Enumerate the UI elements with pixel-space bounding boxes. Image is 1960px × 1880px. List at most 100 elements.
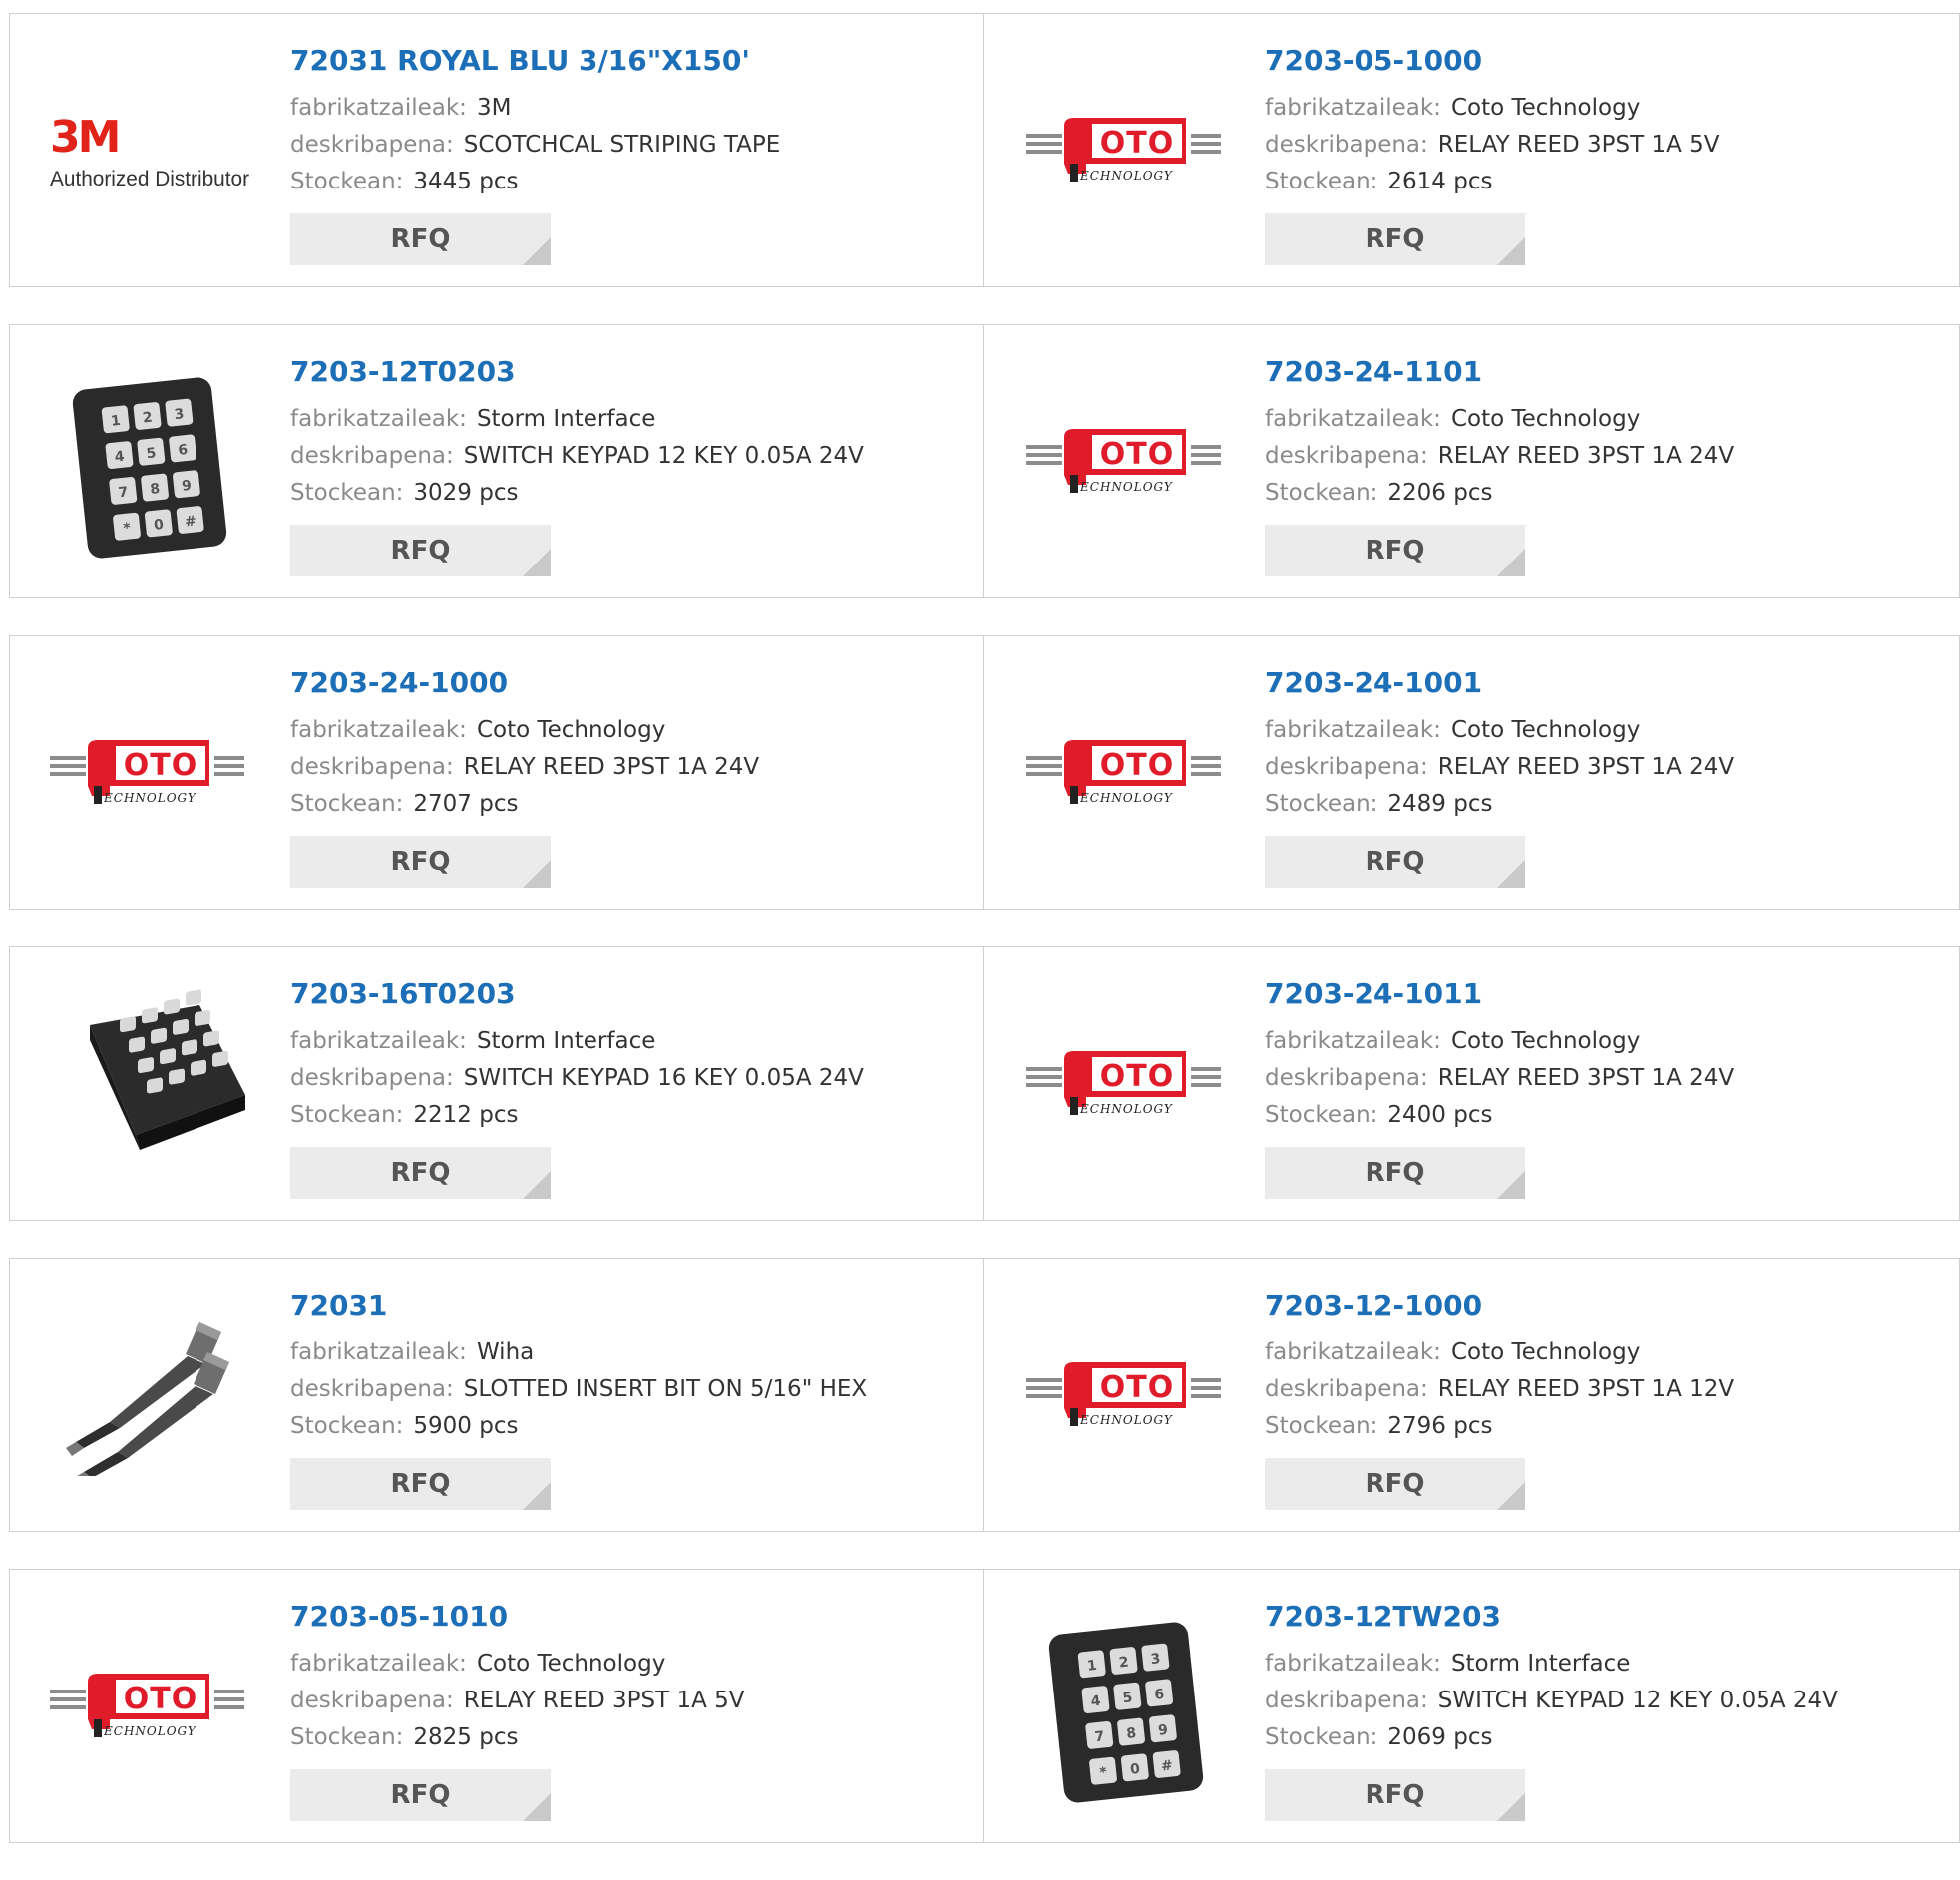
stock-label: Stockean: <box>290 169 404 194</box>
manufacturer-row: fabrikatzaileak: Storm Interface <box>1265 1646 1943 1683</box>
svg-text:OTO: OTO <box>1100 748 1174 783</box>
manufacturer-label: fabrikatzaileak: <box>290 1028 467 1054</box>
stock-label: Stockean: <box>290 791 404 817</box>
stock-row: Stockean: 2069 pcs <box>1265 1719 1943 1756</box>
stock-row: Stockean: 3029 pcs <box>290 475 969 512</box>
product-info: 7203-16T0203 fabrikatzaileak: Storm Inter… <box>290 977 969 1199</box>
product-image[interactable]: 3M Authorized Distributor <box>50 62 251 241</box>
manufacturer-value: Coto Technology <box>1450 95 1641 121</box>
stock-label: Stockean: <box>1265 791 1378 817</box>
product-part-link[interactable]: 7203-24-1011 <box>1265 977 1943 1011</box>
coto-logo: OTO ECHNOLOGY <box>1026 1362 1221 1427</box>
product-part-link[interactable]: 7203-05-1000 <box>1265 44 1943 78</box>
description-row: deskribapena: RELAY REED 3PST 1A 5V <box>290 1683 969 1719</box>
svg-text:2: 2 <box>1118 1654 1129 1671</box>
product-card: 3M Authorized Distributor 72031 ROYAL BLU… <box>9 13 984 287</box>
rfq-label: RFQ <box>1365 1780 1425 1810</box>
svg-text:8: 8 <box>1126 1725 1137 1742</box>
product-part-link[interactable]: 7203-12TW203 <box>1265 1600 1943 1634</box>
rfq-button[interactable]: RFQ <box>290 213 551 265</box>
manufacturer-label: fabrikatzaileak: <box>290 1339 467 1365</box>
rfq-button[interactable]: RFQ <box>1265 525 1525 576</box>
product-part-link[interactable]: 7203-12T0203 <box>290 355 969 389</box>
rfq-button[interactable]: RFQ <box>1265 213 1525 265</box>
product-part-link[interactable]: 7203-12-1000 <box>1265 1289 1943 1322</box>
rfq-label: RFQ <box>1365 1469 1425 1499</box>
manufacturer-value: Coto Technology <box>476 1651 666 1677</box>
product-image[interactable]: OTO ECHNOLOGY <box>50 1618 251 1797</box>
product-info: 7203-12T0203 fabrikatzaileak: Storm Inter… <box>290 355 969 576</box>
rfq-button[interactable]: RFQ <box>290 836 551 888</box>
svg-text:OTO: OTO <box>1100 1059 1174 1094</box>
product-part-link[interactable]: 7203-05-1010 <box>290 1600 969 1634</box>
manufacturer-value: Coto Technology <box>1450 1028 1641 1054</box>
svg-text:ECHNOLOGY: ECHNOLOGY <box>103 1724 196 1738</box>
svg-text:OTO: OTO <box>124 748 197 783</box>
product-image[interactable] <box>50 989 251 1175</box>
product-image[interactable]: 1 2 3 4 5 6 7 8 9 * 0 # <box>1026 1618 1228 1803</box>
stock-value: 2825 pcs <box>413 1724 519 1750</box>
coto-logo: OTO ECHNOLOGY <box>1026 429 1221 494</box>
svg-text:0: 0 <box>153 517 165 534</box>
rfq-button[interactable]: RFQ <box>1265 1769 1525 1821</box>
manufacturer-value: Storm Interface <box>1450 1651 1631 1677</box>
svg-text:ECHNOLOGY: ECHNOLOGY <box>103 791 196 805</box>
stock-row: Stockean: 3445 pcs <box>290 164 969 200</box>
product-image[interactable]: OTO ECHNOLOGY <box>1026 684 1228 864</box>
stock-value: 2206 pcs <box>1387 480 1493 506</box>
manufacturer-value: Coto Technology <box>1450 1339 1641 1365</box>
rfq-button[interactable]: RFQ <box>290 1147 551 1199</box>
svg-text:ECHNOLOGY: ECHNOLOGY <box>1079 169 1173 183</box>
manufacturer-value: Wiha <box>476 1339 535 1365</box>
manufacturer-value: Coto Technology <box>1450 717 1641 743</box>
product-image[interactable]: OTO ECHNOLOGY <box>1026 373 1228 553</box>
stock-row: Stockean: 2614 pcs <box>1265 164 1943 200</box>
coto-logo: OTO ECHNOLOGY <box>1026 1051 1221 1116</box>
product-part-link[interactable]: 72031 <box>290 1289 969 1322</box>
rfq-button[interactable]: RFQ <box>290 1458 551 1510</box>
product-card: OTO ECHNOLOGY 7203-24-1101 fabrikatzailea… <box>984 324 1960 598</box>
stock-row: Stockean: 2707 pcs <box>290 786 969 823</box>
svg-text:5: 5 <box>1122 1690 1133 1706</box>
rfq-label: RFQ <box>390 536 451 565</box>
rfq-button[interactable]: RFQ <box>290 525 551 576</box>
product-part-link[interactable]: 7203-24-1001 <box>1265 666 1943 700</box>
rfq-button[interactable]: RFQ <box>1265 836 1525 888</box>
product-part-link[interactable]: 7203-24-1000 <box>290 666 969 700</box>
svg-text:3: 3 <box>1150 1651 1161 1668</box>
product-image[interactable]: OTO ECHNOLOGY <box>50 684 251 864</box>
product-part-link[interactable]: 7203-24-1101 <box>1265 355 1943 389</box>
manufacturer-row: fabrikatzaileak: Coto Technology <box>1265 90 1943 127</box>
rfq-corner-decoration <box>1497 1482 1525 1510</box>
stock-value: 2489 pcs <box>1387 791 1493 817</box>
product-image[interactable]: OTO ECHNOLOGY <box>1026 62 1228 241</box>
svg-text:6: 6 <box>178 442 189 459</box>
description-row: deskribapena: SWITCH KEYPAD 16 KEY 0.05A … <box>290 1060 969 1097</box>
3m-logo: 3M Authorized Distributor <box>50 112 249 190</box>
manufacturer-value: Storm Interface <box>476 1028 656 1054</box>
product-image[interactable]: OTO ECHNOLOGY <box>1026 995 1228 1175</box>
rfq-button[interactable]: RFQ <box>290 1769 551 1821</box>
stock-value: 2796 pcs <box>1387 1413 1493 1439</box>
product-part-link[interactable]: 7203-16T0203 <box>290 977 969 1011</box>
product-image[interactable]: 1 2 3 4 5 6 7 8 9 * 0 # <box>50 373 251 559</box>
description-label: deskribapena: <box>1265 1376 1428 1402</box>
rfq-label: RFQ <box>1365 847 1425 877</box>
description-row: deskribapena: RELAY REED 3PST 1A 5V <box>1265 127 1943 164</box>
product-image[interactable]: OTO ECHNOLOGY <box>1026 1307 1228 1486</box>
manufacturer-row: fabrikatzaileak: Storm Interface <box>290 401 969 438</box>
description-row: deskribapena: RELAY REED 3PST 1A 12V <box>1265 1371 1943 1408</box>
stock-row: Stockean: 2796 pcs <box>1265 1408 1943 1445</box>
rfq-button[interactable]: RFQ <box>1265 1458 1525 1510</box>
svg-text:4: 4 <box>114 449 126 466</box>
product-info: 72031 ROYAL BLU 3/16"X150' fabrikatzaile… <box>290 44 969 265</box>
product-part-link[interactable]: 72031 ROYAL BLU 3/16"X150' <box>290 44 969 78</box>
product-image[interactable] <box>50 1307 251 1486</box>
stock-value: 2212 pcs <box>413 1102 519 1128</box>
manufacturer-row: fabrikatzaileak: Storm Interface <box>290 1023 969 1060</box>
description-row: deskribapena: RELAY REED 3PST 1A 24V <box>1265 1060 1943 1097</box>
product-card: 72031 fabrikatzaileak: Wiha deskribapena:… <box>9 1258 984 1532</box>
description-value: RELAY REED 3PST 1A 24V <box>463 754 760 780</box>
rfq-button[interactable]: RFQ <box>1265 1147 1525 1199</box>
svg-text:6: 6 <box>1154 1687 1165 1703</box>
